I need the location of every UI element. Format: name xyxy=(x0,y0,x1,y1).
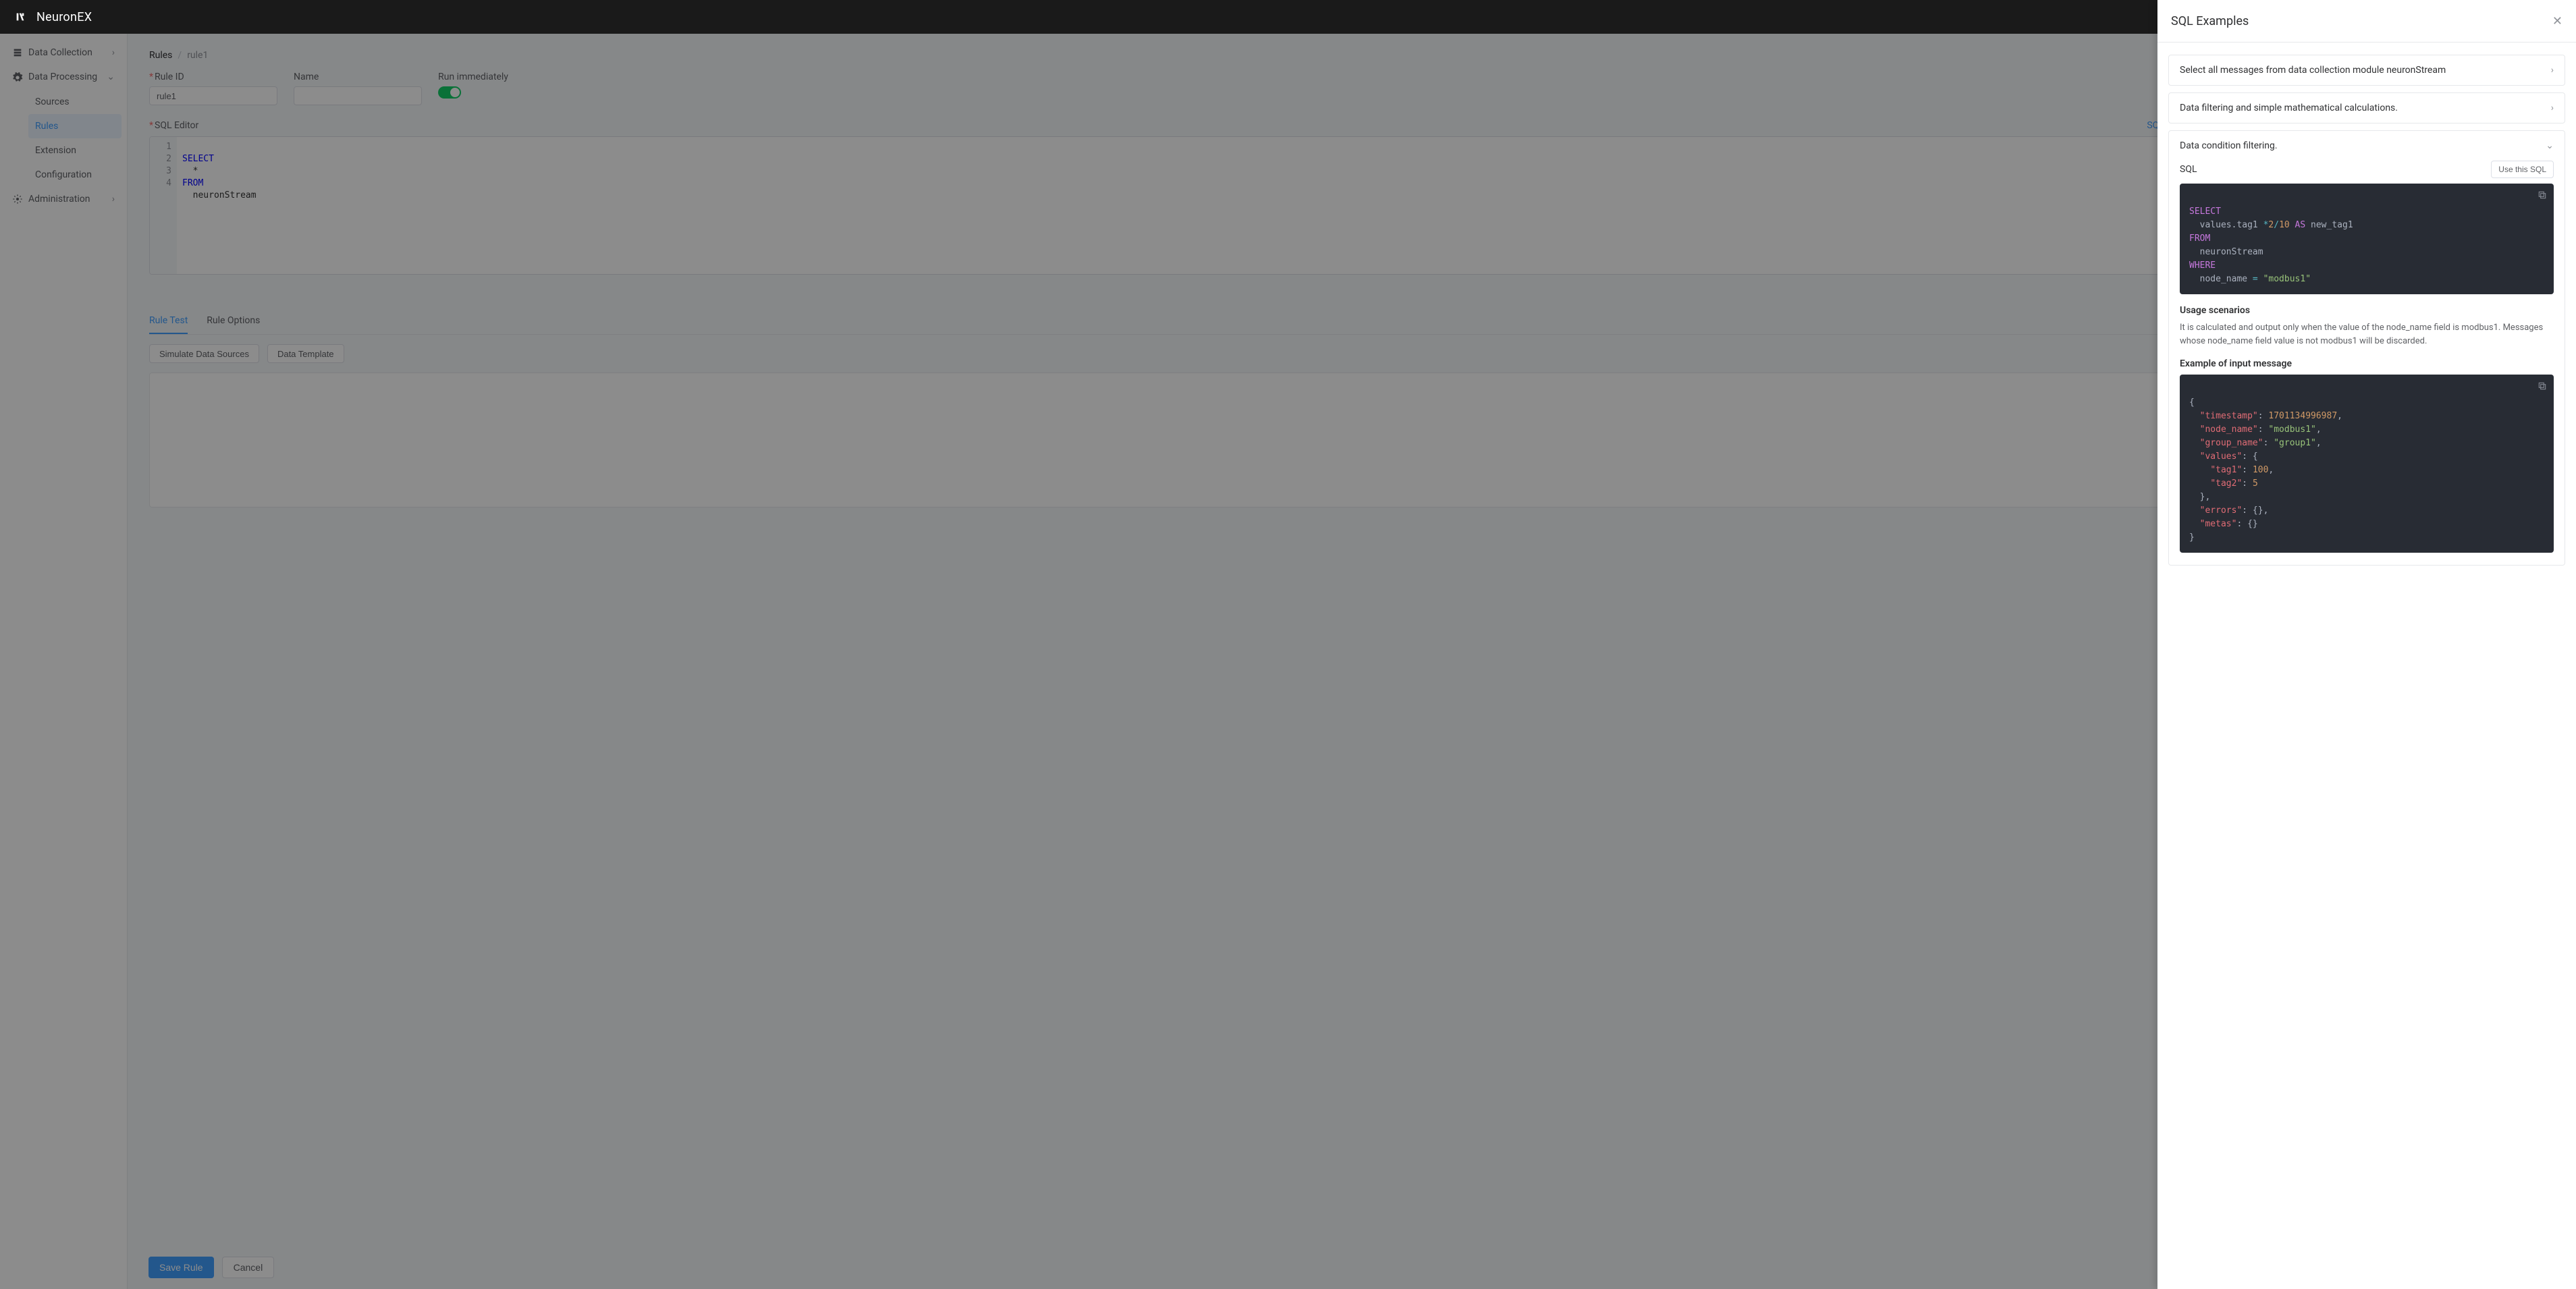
sql-label: SQL xyxy=(2180,164,2197,175)
chevron-down-icon[interactable]: ⌄ xyxy=(2546,140,2554,151)
close-icon[interactable]: ✕ xyxy=(2552,14,2562,28)
use-this-sql-button[interactable]: Use this SQL xyxy=(2491,161,2554,178)
copy-icon[interactable] xyxy=(2538,381,2547,395)
sql-examples-drawer: SQL Examples ✕ Select all messages from … xyxy=(2157,0,2576,1289)
copy-icon[interactable] xyxy=(2538,190,2547,204)
example-card-expanded: Data condition filtering. ⌄ SQL Use this… xyxy=(2168,130,2565,566)
brand-logo-icon xyxy=(11,7,30,26)
example-card[interactable]: Select all messages from data collection… xyxy=(2168,55,2565,86)
example-input-codeblock: { "timestamp": 1701134996987, "node_name… xyxy=(2180,375,2554,553)
usage-scenarios-text: It is calculated and output only when th… xyxy=(2180,321,2554,348)
drawer-title: SQL Examples xyxy=(2171,14,2249,28)
chevron-right-icon: › xyxy=(2551,103,2554,113)
example-card[interactable]: Data filtering and simple mathematical c… xyxy=(2168,92,2565,124)
brand-name: NeuronEX xyxy=(36,10,92,24)
example-sql-codeblock: SELECT values.tag1 *2/10 AS new_tag1 FRO… xyxy=(2180,184,2554,294)
example-title: Data condition filtering. xyxy=(2180,140,2278,151)
example-input-heading: Example of input message xyxy=(2180,358,2554,369)
chevron-right-icon: › xyxy=(2551,65,2554,76)
usage-scenarios-heading: Usage scenarios xyxy=(2180,305,2554,316)
